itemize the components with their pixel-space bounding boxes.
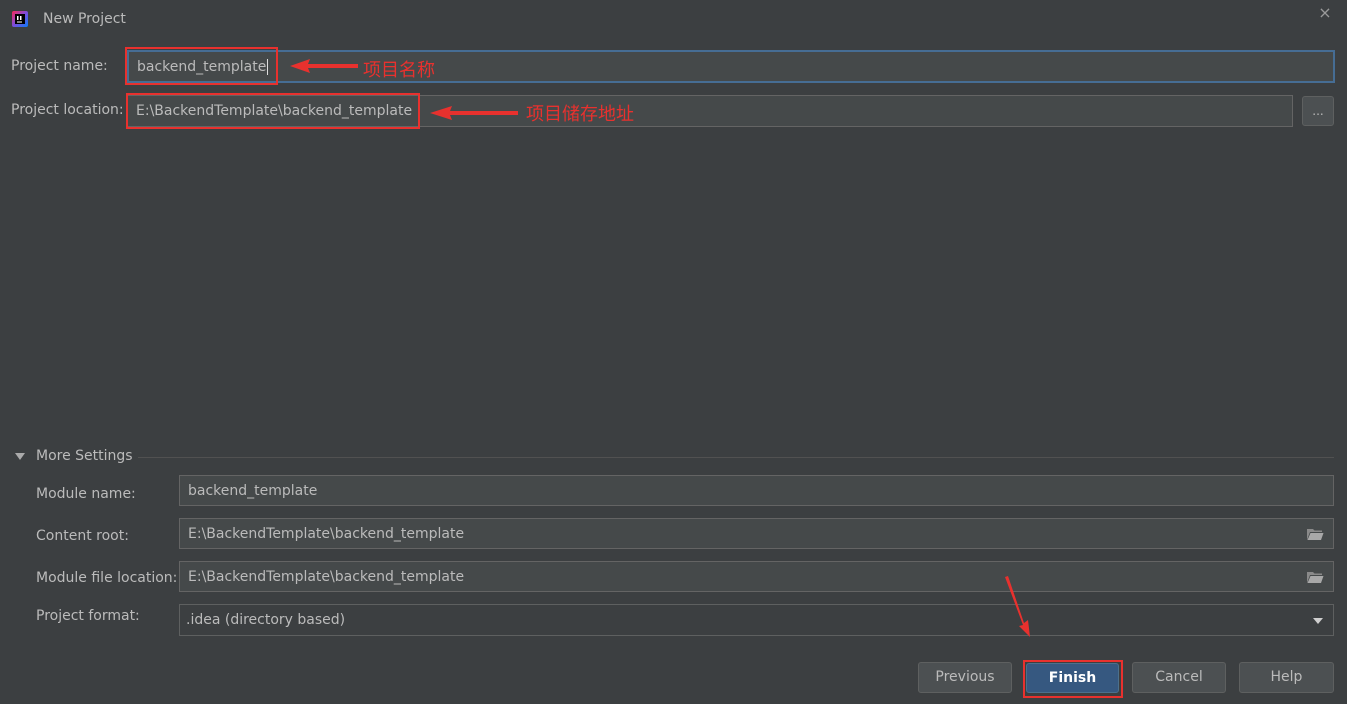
intellij-idea-icon	[12, 11, 28, 27]
content-root-value: E:\BackendTemplate\backend_template	[188, 525, 465, 542]
project-location-label: Project location:	[11, 102, 124, 118]
module-file-location-label: Module file location:	[36, 570, 178, 586]
browse-button[interactable]: ...	[1302, 96, 1334, 126]
module-file-location-input[interactable]: E:\BackendTemplate\backend_template	[179, 561, 1334, 592]
cancel-button[interactable]: Cancel	[1132, 662, 1226, 693]
folder-icon[interactable]	[1306, 527, 1324, 541]
close-icon[interactable]: ×	[1317, 5, 1333, 21]
more-settings-header[interactable]: More Settings	[36, 448, 133, 464]
triangle-down-icon[interactable]	[15, 453, 25, 460]
help-button[interactable]: Help	[1239, 662, 1334, 693]
arrow-down-icon	[1005, 576, 1030, 637]
arrow-left-icon	[290, 59, 358, 73]
project-location-annotation: 项目储存地址	[526, 104, 634, 125]
folder-icon[interactable]	[1306, 570, 1324, 584]
section-divider	[138, 457, 1334, 458]
location-highlight-box	[126, 93, 420, 129]
module-name-value: backend_template	[188, 482, 318, 499]
module-name-label: Module name:	[36, 486, 136, 502]
project-name-annotation: 项目名称	[363, 60, 435, 81]
name-highlight-box	[125, 47, 278, 85]
module-name-input[interactable]: backend_template	[179, 475, 1334, 506]
previous-button[interactable]: Previous	[918, 662, 1012, 693]
content-root-input[interactable]: E:\BackendTemplate\backend_template	[179, 518, 1334, 549]
project-name-label: Project name:	[11, 58, 108, 74]
project-format-label: Project format:	[36, 608, 140, 624]
project-format-value: .idea (directory based)	[186, 612, 346, 628]
module-file-location-value: E:\BackendTemplate\backend_template	[188, 568, 465, 585]
arrow-left-icon	[430, 106, 518, 120]
window-title: New Project	[43, 11, 126, 27]
project-format-select[interactable]: .idea (directory based)	[179, 604, 1334, 636]
chevron-down-icon[interactable]	[1313, 618, 1323, 624]
finish-highlight-box	[1023, 660, 1123, 698]
content-root-label: Content root:	[36, 528, 129, 544]
